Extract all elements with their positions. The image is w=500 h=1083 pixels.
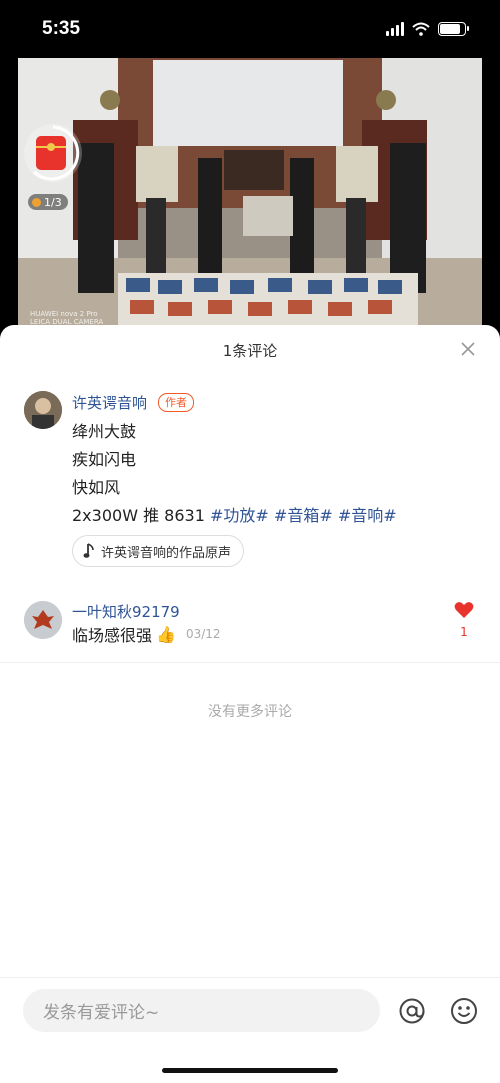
comment-text: 临场感很强	[72, 626, 153, 645]
status-bar: 5:35	[0, 0, 500, 58]
at-mention-icon[interactable]	[398, 997, 426, 1025]
comment-input-bar: 发条有爱评论~	[0, 977, 500, 1083]
status-time: 5:35	[42, 18, 81, 39]
commenter-username[interactable]: 一叶知秋92179	[72, 601, 180, 622]
commenter-avatar[interactable]	[24, 601, 62, 639]
comments-sheet: 1条评论 许英谔音响 作者 绛州大鼓 疾如闪电 快如风 2x300W 推 863…	[0, 325, 500, 1083]
audio-room-image	[18, 58, 482, 338]
battery-icon	[438, 22, 469, 36]
thumbs-up-icon: 👍	[156, 624, 176, 644]
comment-input[interactable]: 发条有爱评论~	[23, 989, 380, 1032]
page-indicator: 1/3	[28, 194, 68, 210]
heart-icon	[454, 602, 474, 618]
comment-date: 03/12	[185, 627, 221, 641]
red-packet-widget[interactable]	[24, 124, 82, 182]
page-indicator-text: 1/3	[44, 195, 62, 209]
like-count: 1	[460, 625, 468, 639]
signal-icon	[386, 22, 404, 36]
watermark-line1: HUAWEI nova 2 Pro	[30, 310, 98, 318]
camera-watermark: HUAWEI nova 2 Pro LEICA DUAL CAMERA	[30, 310, 103, 326]
red-packet-icon	[36, 136, 66, 170]
user-comment: 一叶知秋92179 临场感很强 👍 03/12 1	[0, 325, 500, 655]
wifi-icon	[412, 22, 430, 36]
list-divider	[0, 662, 500, 663]
comment-body: 临场感很强 👍 03/12	[72, 622, 221, 646]
no-more-comments: 没有更多评论	[208, 704, 292, 720]
emoji-icon[interactable]	[450, 997, 478, 1025]
like-button[interactable]: 1	[454, 601, 474, 639]
home-indicator	[162, 1068, 338, 1073]
coin-icon	[32, 197, 41, 207]
status-icons	[386, 22, 469, 36]
post-photo[interactable]: 1/3 HUAWEI nova 2 Pro LEICA DUAL CAMERA	[18, 58, 482, 338]
